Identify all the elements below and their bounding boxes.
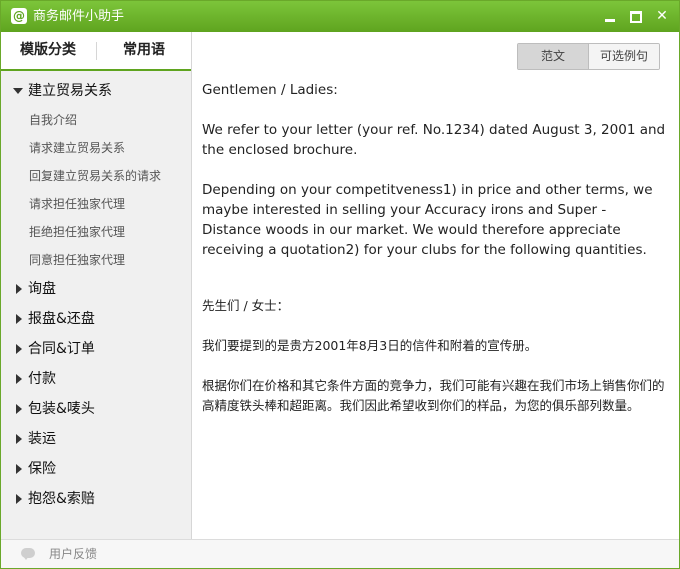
category-label: 包装&唛头 bbox=[28, 401, 95, 417]
category-complaint[interactable]: 抱怨&索赔 bbox=[1, 484, 191, 514]
tab-bar: 模版分类 常用语 bbox=[1, 32, 191, 71]
expand-right-icon bbox=[16, 464, 22, 474]
category-label: 装运 bbox=[28, 431, 56, 447]
expand-right-icon bbox=[16, 404, 22, 414]
sample-letter-button[interactable]: 范文 bbox=[518, 44, 589, 69]
category-label: 付款 bbox=[28, 371, 56, 387]
category-offer[interactable]: 报盘&还盘 bbox=[1, 304, 191, 334]
app-logo-icon: @ bbox=[11, 8, 27, 24]
expand-right-icon bbox=[16, 494, 22, 504]
maximize-icon bbox=[630, 11, 642, 23]
letter-salutation-en: Gentlemen / Ladies: bbox=[202, 82, 338, 98]
tab-template-categories[interactable]: 模版分类 bbox=[1, 32, 95, 69]
category-tree: 建立贸易关系 自我介绍 请求建立贸易关系 回复建立贸易关系的请求 请求担任独家代… bbox=[1, 76, 191, 514]
category-payment[interactable]: 付款 bbox=[1, 364, 191, 394]
optional-sentences-button[interactable]: 可选例句 bbox=[589, 44, 659, 69]
feedback-link[interactable]: 用户反馈 bbox=[49, 546, 97, 563]
view-toggle: 范文 可选例句 bbox=[517, 43, 660, 70]
title-bar[interactable]: @ 商务邮件小助手 ✕ bbox=[1, 1, 679, 32]
letter-paragraph-cn: 我们要提到的是贵方2001年8月3日的信件和附着的宣传册。 bbox=[202, 338, 538, 353]
category-label: 抱怨&索赔 bbox=[28, 491, 95, 507]
letter-pane: 范文 可选例句 Gentlemen / Ladies: We refer to … bbox=[192, 32, 679, 539]
category-label: 报盘&还盘 bbox=[28, 311, 95, 327]
template-item[interactable]: 请求建立贸易关系 bbox=[1, 134, 191, 162]
letter-salutation-cn: 先生们 / 女士： bbox=[202, 298, 290, 313]
category-contract[interactable]: 合同&订单 bbox=[1, 334, 191, 364]
window-title: 商务邮件小助手 bbox=[33, 9, 125, 24]
category-trade-relations[interactable]: 建立贸易关系 bbox=[1, 76, 191, 106]
status-footer: 用户反馈 bbox=[1, 539, 679, 568]
expand-right-icon bbox=[16, 284, 22, 294]
close-icon: ✕ bbox=[656, 8, 668, 24]
minimize-icon bbox=[605, 19, 615, 22]
chat-bubble-icon bbox=[21, 548, 35, 560]
category-label: 询盘 bbox=[28, 281, 56, 297]
letter-paragraph-cn: 根据你们在价格和其它条件方面的竞争力，我们可能有兴趣在我们市场上销售你们的高精度… bbox=[202, 378, 665, 413]
expand-right-icon bbox=[16, 374, 22, 384]
letter-paragraph-en: We refer to your letter (your ref. No.12… bbox=[202, 122, 666, 158]
template-item[interactable]: 同意担任独家代理 bbox=[1, 246, 191, 274]
template-item[interactable]: 回复建立贸易关系的请求 bbox=[1, 162, 191, 190]
category-label: 合同&订单 bbox=[28, 341, 95, 357]
category-packing[interactable]: 包装&唛头 bbox=[1, 394, 191, 424]
tab-common-phrases[interactable]: 常用语 bbox=[97, 32, 191, 69]
minimize-button[interactable] bbox=[599, 5, 621, 27]
maximize-button[interactable] bbox=[624, 5, 646, 27]
close-button[interactable]: ✕ bbox=[651, 5, 673, 27]
category-pane: 模版分类 常用语 建立贸易关系 自我介绍 请求建立贸易关系 回复建立贸易关系的请… bbox=[1, 32, 192, 539]
template-item[interactable]: 请求担任独家代理 bbox=[1, 190, 191, 218]
expand-right-icon bbox=[16, 344, 22, 354]
category-label: 保险 bbox=[28, 461, 56, 477]
letter-paragraph-en: Depending on your competitveness1) in pr… bbox=[202, 182, 653, 258]
template-item[interactable]: 拒绝担任独家代理 bbox=[1, 218, 191, 246]
expand-down-icon bbox=[13, 88, 23, 94]
app-window: @ 商务邮件小助手 ✕ 模版分类 常用语 建立贸易关系 自我介绍 请求建立贸易关… bbox=[0, 0, 680, 569]
category-insurance[interactable]: 保险 bbox=[1, 454, 191, 484]
category-inquiry[interactable]: 询盘 bbox=[1, 274, 191, 304]
expand-right-icon bbox=[16, 434, 22, 444]
category-shipment[interactable]: 装运 bbox=[1, 424, 191, 454]
category-label: 建立贸易关系 bbox=[28, 83, 112, 99]
expand-right-icon bbox=[16, 314, 22, 324]
letter-content: Gentlemen / Ladies: We refer to your let… bbox=[202, 80, 668, 436]
template-item[interactable]: 自我介绍 bbox=[1, 106, 191, 134]
